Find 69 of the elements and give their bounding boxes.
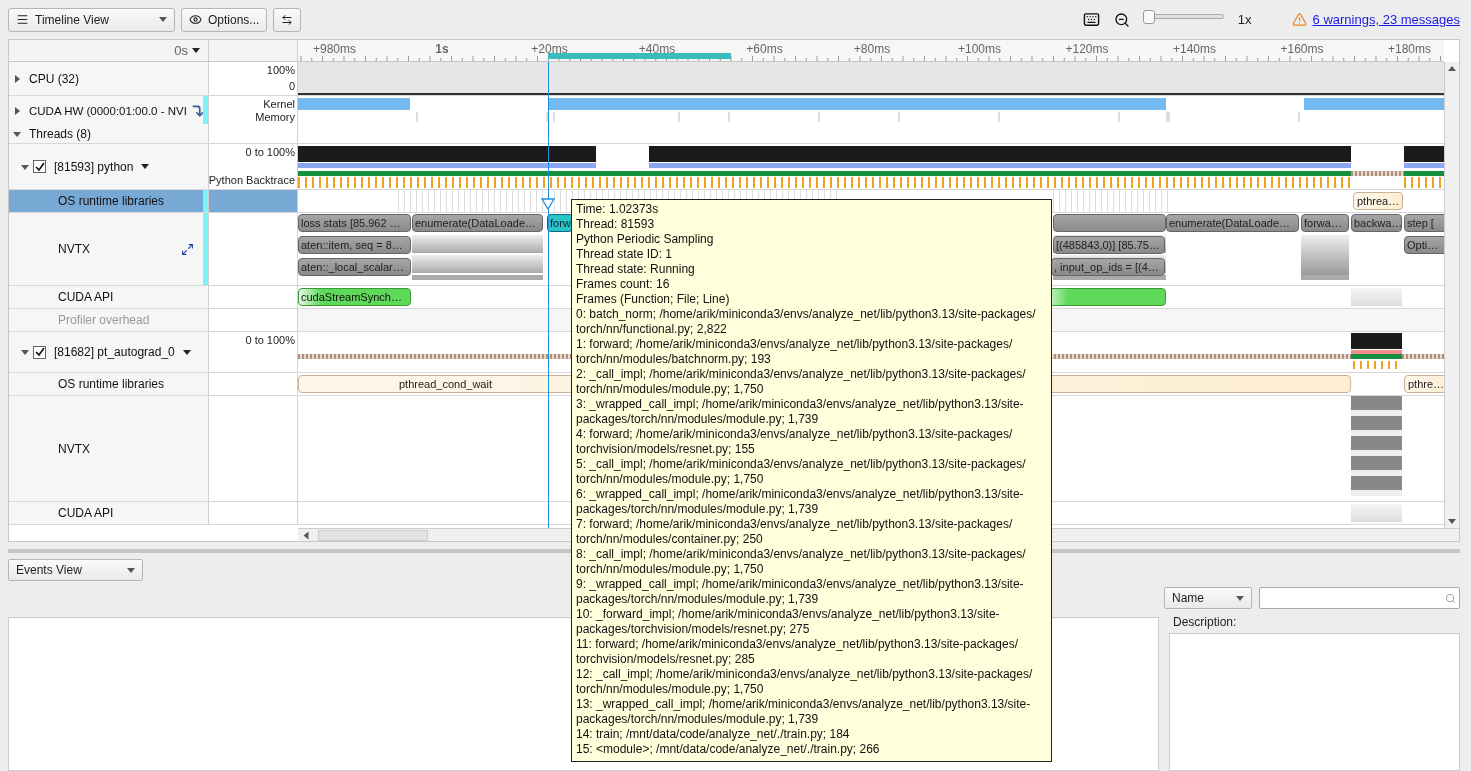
tooltip-frame-line: torchvision/models/resnet.py; 285 (576, 652, 756, 667)
ruler-tick-label: +60ms (746, 42, 783, 56)
tooltip-frame-line: torch/nn/modules/module.py; 1,750 (576, 472, 765, 487)
ruler-tick-label: +80ms (853, 42, 891, 56)
ruler-tick-label: +100ms (958, 42, 1001, 56)
tooltip-frame-line: 10: _forward_impl; /home/arik/miniconda3/envs/analyze_net/lib/python3.13/site- (576, 607, 1001, 622)
tooltip-frame-line: torchvision/models/resnet.py; 155 (576, 442, 756, 457)
ruler-tick-label: 1s (435, 42, 449, 56)
row-label: Profiler overhead (58, 313, 150, 327)
tooltip-frame-line: 7: forward; /home/arik/miniconda3/envs/analyze_net/lib/python3.13/site-packages/ (576, 517, 1014, 532)
tooltip-frame-line: 14: train; /mnt/data/code/analyze_net/./train.py; 184 (576, 727, 851, 742)
tooltip-frame-line: 0: batch_norm; /home/arik/miniconda3/envs/analyze_net/lib/python3.13/site-packages/ (576, 307, 1037, 322)
tooltip-frame-line: torch/nn/modules/batchnorm.py; 193 (576, 352, 772, 367)
tooltip-frame-line: 15: <module>; /mnt/data/code/analyze_net/./train.py; 266 (576, 742, 881, 757)
tooltip-frame-line: torch/nn/modules/module.py; 1,750 (576, 562, 765, 577)
tooltip-frame-line: 12: _call_impl; /home/arik/miniconda3/envs/analyze_net/lib/python3.13/site-packages/ (576, 667, 1034, 682)
tooltip-frame-line: 4: forward; /home/arik/miniconda3/envs/analyze_net/lib/python3.13/site-packages/ (576, 427, 1014, 442)
tooltip-frame-line: 13: _wrapped_call_impl; /home/arik/miniconda3/envs/analyze_net/lib/python3.13/site- (576, 697, 1032, 712)
row-label: Threads (8) (29, 126, 92, 141)
tooltip-line: Frames count: 16 (576, 277, 671, 292)
tooltip-frame-line: torch/nn/modules/container.py; 250 (576, 532, 764, 547)
tooltip-frame-line: torch/nn/modules/module.py; 1,750 (576, 682, 765, 697)
tooltip-frame-line: 2: _call_impl; /home/arik/miniconda3/envs/analyze_net/lib/python3.13/site-packages/ (576, 367, 1027, 382)
tooltip-frame-line: torch/nn/modules/module.py; 1,750 (576, 382, 765, 397)
row-label: CUDA HW (0000:01:00.0 - NVI (29, 105, 187, 117)
tooltip-frame-line: 6: _wrapped_call_impl; /home/arik/miniconda3/envs/analyze_net/lib/python3.13/site- (576, 487, 1025, 502)
tooltip-line: Time: 1.02373s (576, 202, 660, 217)
tooltip-frame-line: packages/torch/nn/modules/module.py; 1,739 (576, 592, 820, 607)
row-label: CUDA API (58, 290, 114, 304)
track-scale-label: Kernel (263, 98, 295, 111)
ruler-tick-label: +120ms (1065, 42, 1109, 56)
row-label: [81682] pt_autograd_0 (54, 345, 175, 359)
tooltip-frame-line: 11: forward; /home/arik/miniconda3/envs/analyze_net/lib/python3.13/site-packages/ (576, 637, 1020, 652)
tooltip-frame-line: 5: _call_impl; /home/arik/miniconda3/envs/analyze_net/lib/python3.13/site-packages/ (576, 457, 1027, 472)
tooltip-frame-line: 3: _wrapped_call_impl; /home/arik/miniconda3/envs/analyze_net/lib/python3.13/site- (576, 397, 1025, 412)
description-label: Description: (1173, 615, 1238, 629)
tooltip-line: Python Periodic Sampling (576, 232, 715, 247)
row-label: CPU (32) (29, 71, 79, 86)
ruler-tick-label: +980ms (313, 42, 356, 56)
ruler-tick-label: +180ms (1388, 42, 1431, 56)
tooltip-line: Frames (Function; File; Line) (576, 292, 731, 307)
tooltip-frame-line: 9: _wrapped_call_impl; /home/arik/miniconda3/envs/analyze_net/lib/python3.13/site- (576, 577, 1025, 592)
tooltip-frame-line: packages/torchvision/models/resnet.py; 275 (576, 622, 811, 637)
track-scale-label: 0 to 100% (245, 146, 295, 159)
zoom-reading: 1x (1237, 12, 1252, 27)
track-scale-label: Python Backtrace (208, 174, 295, 187)
row-label: OS runtime libraries (58, 377, 165, 391)
tooltip-frame-line: 1: forward; /home/arik/miniconda3/envs/analyze_net/lib/python3.13/site-packages/ (576, 337, 1014, 352)
ruler-tick-label: +40ms (638, 42, 676, 56)
ruler-tick-label: +140ms (1173, 42, 1216, 56)
track-scale-label: 0 to 100% (245, 334, 295, 347)
row-label: CUDA API (58, 506, 114, 520)
row-label: [81593] python (54, 159, 134, 174)
row-label: NVTX (58, 441, 90, 456)
row-label: OS runtime libraries (58, 194, 165, 208)
tooltip-line: Thread state ID: 1 (576, 247, 674, 262)
track-scale-label: Memory (255, 111, 295, 124)
track-scale-label: 100% (266, 64, 295, 77)
tooltip-line: Thread state: Running (576, 262, 696, 277)
tooltip-frame-line: packages/torch/nn/modules/module.py; 1,739 (576, 712, 820, 727)
ruler-tick-label: +160ms (1280, 42, 1324, 56)
tooltip-line: Thread: 81593 (576, 217, 656, 232)
row-label: NVTX (58, 242, 90, 256)
tooltip-frame-line: packages/torch/nn/modules/module.py; 1,739 (576, 502, 820, 517)
ruler-tick-label: +20ms (531, 42, 568, 56)
tooltip-frame-line: packages/torch/nn/modules/module.py; 1,739 (576, 412, 820, 427)
tooltip-frame-line: 8: _call_impl; /home/arik/miniconda3/envs/analyze_net/lib/python3.13/site-packages/ (576, 547, 1027, 562)
track-scale-label: 0 (288, 80, 295, 93)
tooltip-frame-line: torch/nn/functional.py; 2,822 (576, 322, 728, 337)
